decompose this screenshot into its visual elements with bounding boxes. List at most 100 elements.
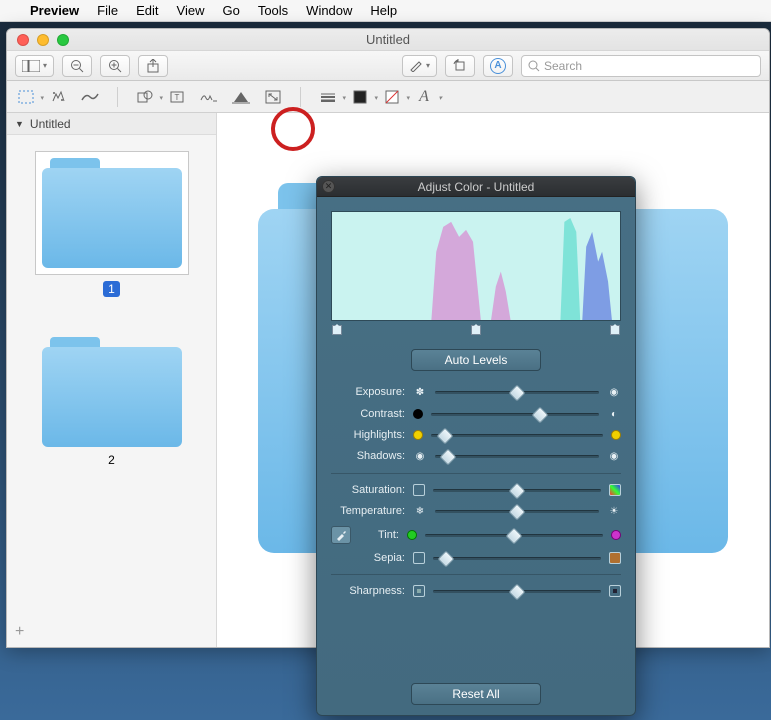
highlights-high-icon [611, 430, 621, 440]
text-tool-button[interactable]: T [168, 88, 186, 106]
exposure-slider[interactable] [435, 391, 599, 394]
menu-tools[interactable]: Tools [258, 3, 288, 18]
tint-eyedropper-button[interactable] [331, 526, 351, 544]
zoom-out-button[interactable] [62, 55, 92, 77]
share-button[interactable] [138, 55, 168, 77]
tint-label: Tint: [359, 529, 399, 541]
sepia-slider[interactable] [433, 557, 601, 560]
sketch-tool-button[interactable] [81, 88, 99, 106]
menu-file[interactable]: File [97, 3, 118, 18]
sharpness-label: Sharpness: [331, 585, 405, 597]
shapes-button[interactable] [136, 88, 154, 106]
text-style-button[interactable]: A [415, 88, 433, 106]
exposure-label: Exposure: [331, 386, 405, 398]
thumbnails-sidebar: ▼ Untitled 1 2 + [7, 113, 217, 647]
menu-help[interactable]: Help [370, 3, 397, 18]
sepia-label: Sepia: [331, 552, 405, 564]
thumbnail-page-1[interactable]: 1 [35, 151, 189, 297]
adjust-size-button[interactable] [264, 88, 282, 106]
highlights-low-icon [413, 430, 423, 440]
sepia-low-icon [413, 552, 425, 564]
search-field[interactable]: Search [521, 55, 761, 77]
saturation-high-icon [609, 484, 621, 496]
levels-black-handle[interactable] [332, 325, 342, 335]
tint-row: Tint: [331, 526, 621, 544]
selection-tool-button[interactable] [17, 88, 35, 106]
menu-window[interactable]: Window [306, 3, 352, 18]
zoom-in-button[interactable] [100, 55, 130, 77]
saturation-row: Saturation: [331, 484, 621, 496]
shadows-slider[interactable] [435, 455, 599, 458]
sepia-row: Sepia: [331, 552, 621, 564]
exposure-row: Exposure: ✽ ◉ [331, 385, 621, 399]
temperature-high-icon: ☀ [607, 504, 621, 518]
fill-color-button[interactable] [383, 88, 401, 106]
reset-all-button[interactable]: Reset All [411, 683, 541, 705]
contrast-slider[interactable] [431, 413, 599, 416]
saturation-low-icon [413, 484, 425, 496]
saturation-label: Saturation: [331, 484, 405, 496]
sharpness-low-icon [413, 585, 425, 597]
levels-white-handle[interactable] [610, 325, 620, 335]
shadows-label: Shadows: [331, 450, 405, 462]
rotate-button[interactable] [445, 55, 475, 77]
window-title: Untitled [7, 32, 769, 47]
adjust-color-button[interactable] [232, 88, 250, 106]
shape-style-button[interactable] [319, 88, 337, 106]
sidebar-header[interactable]: ▼ Untitled [7, 113, 216, 135]
page-number-label: 2 [108, 453, 115, 467]
auto-levels-button[interactable]: Auto Levels [411, 349, 541, 371]
adjust-color-panel[interactable]: ✕ Adjust Color - Untitled Auto Levels [316, 176, 636, 716]
temperature-low-icon: ❄ [413, 504, 427, 518]
tint-slider[interactable] [425, 534, 603, 537]
temperature-slider[interactable] [435, 510, 599, 513]
search-placeholder: Search [544, 59, 582, 73]
sharpness-slider[interactable] [433, 590, 601, 593]
svg-text:T: T [175, 93, 180, 102]
panel-titlebar[interactable]: ✕ Adjust Color - Untitled [317, 177, 635, 197]
contrast-row: Contrast: ◐ [331, 407, 621, 421]
sidebar-title: Untitled [30, 117, 71, 131]
shadows-high-icon: ◉ [607, 449, 621, 463]
shadows-low-icon: ◉ [413, 449, 427, 463]
histogram [331, 211, 621, 321]
exposure-high-icon: ◉ [607, 385, 621, 399]
add-page-button[interactable]: + [15, 623, 24, 641]
contrast-low-icon [413, 409, 423, 419]
levels-control[interactable] [331, 321, 621, 335]
highlights-row: Highlights: [331, 429, 621, 441]
highlights-slider[interactable] [431, 434, 603, 437]
menu-view[interactable]: View [177, 3, 205, 18]
sepia-high-icon [609, 552, 621, 564]
app-menu[interactable]: Preview [30, 3, 79, 18]
exposure-low-icon: ✽ [413, 385, 427, 399]
thumbnail-page-2[interactable]: 2 [42, 337, 182, 467]
panel-title: Adjust Color - Untitled [418, 180, 535, 194]
instant-alpha-button[interactable] [49, 88, 67, 106]
menu-edit[interactable]: Edit [136, 3, 158, 18]
menu-go[interactable]: Go [222, 3, 239, 18]
sharpness-high-icon [609, 585, 621, 597]
saturation-slider[interactable] [433, 489, 601, 492]
levels-mid-handle[interactable] [471, 325, 481, 335]
shadows-row: Shadows: ◉ ◉ [331, 449, 621, 463]
main-toolbar: A Search [7, 51, 769, 81]
disclosure-triangle-icon[interactable]: ▼ [15, 119, 24, 129]
menubar: Preview File Edit View Go Tools Window H… [0, 0, 771, 22]
close-panel-button[interactable]: ✕ [322, 180, 335, 193]
tint-high-icon [611, 530, 621, 540]
sign-button[interactable] [200, 88, 218, 106]
border-color-button[interactable] [351, 88, 369, 106]
temperature-row: Temperature: ❄ ☀ [331, 504, 621, 518]
markup-toggle-button[interactable]: A [483, 55, 513, 77]
tint-low-icon [407, 530, 417, 540]
temperature-label: Temperature: [331, 505, 405, 517]
markup-toolbar: T A [7, 81, 769, 113]
markup-icon: A [490, 58, 506, 74]
view-mode-button[interactable] [15, 55, 54, 77]
contrast-label: Contrast: [331, 408, 405, 420]
highlight-button[interactable] [402, 55, 437, 77]
page-number-badge: 1 [103, 281, 120, 297]
highlights-label: Highlights: [331, 429, 405, 441]
titlebar[interactable]: Untitled [7, 29, 769, 51]
